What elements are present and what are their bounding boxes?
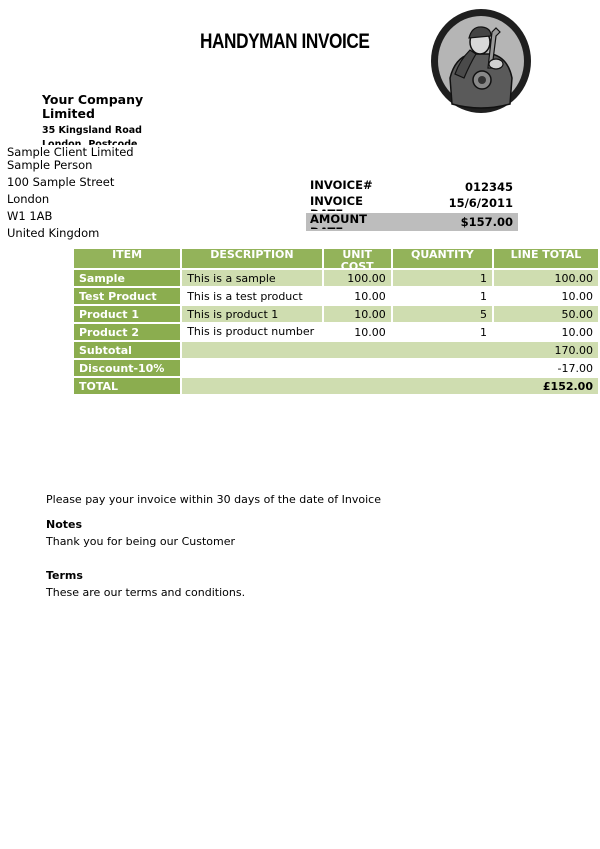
table-header-row: ITEM DESCRIPTION UNIT COST QUANTITY LINE…	[74, 249, 598, 268]
notes-text: Thank you for being our Customer	[46, 535, 236, 548]
client-street: 100 Sample Street	[7, 175, 115, 189]
header-unit-cost-label: UNIT COST	[340, 249, 374, 268]
header-line-total: LINE TOTAL	[493, 249, 598, 268]
row-item: Test Product	[74, 288, 181, 304]
row-quantity: 5	[392, 306, 492, 322]
row-line-total: 100.00	[493, 270, 598, 286]
row-item: Product 2	[74, 324, 181, 340]
header-quantity: QUANTITY	[392, 249, 492, 268]
invoice-number-row: INVOICE# 012345	[306, 179, 518, 195]
amount-due-label: AMOUNT DATE	[310, 213, 367, 229]
terms-text: These are our terms and conditions.	[46, 586, 246, 599]
total-row: TOTAL £152.00	[74, 378, 598, 394]
table-row: Product 2 This is product number 2 10.00…	[74, 324, 598, 340]
row-unit-cost: 10.00	[323, 324, 391, 340]
header-item: ITEM	[74, 249, 181, 268]
amount-due-row: AMOUNT DATE $157.00	[306, 213, 518, 231]
total-label: TOTAL	[74, 378, 181, 394]
amount-due-value: $157.00	[460, 215, 513, 229]
subtotal-value: 170.00	[182, 342, 598, 358]
company-name: Your Company Limited	[42, 92, 144, 121]
row-item: Sample	[74, 270, 181, 286]
client-city: London	[7, 192, 50, 206]
client-contact: Sample Person	[7, 158, 93, 172]
client-country: United Kingdom	[7, 226, 100, 240]
invoice-date-value: 15/6/2011	[448, 196, 513, 210]
row-description: This is product number 2	[182, 324, 322, 340]
row-line-total: 10.00	[493, 288, 598, 304]
table-row: Product 1 This is product 1 10.00 5 50.0…	[74, 306, 598, 322]
terms-heading: Terms	[46, 569, 83, 582]
notes-heading: Notes	[46, 518, 83, 531]
row-description: This is a test product	[182, 288, 322, 304]
invoice-date-label: INVOICE DATE	[310, 195, 363, 211]
invoice-title: HANDYMAN INVOICE	[200, 30, 370, 53]
table-row: Test Product This is a test product 10.0…	[74, 288, 598, 304]
row-unit-cost: 10.00	[323, 306, 391, 322]
line-items-table: ITEM DESCRIPTION UNIT COST QUANTITY LINE…	[72, 247, 600, 396]
discount-value: -17.00	[182, 360, 598, 376]
row-line-total: 50.00	[493, 306, 598, 322]
row-quantity: 1	[392, 288, 492, 304]
subtotal-label: Subtotal	[74, 342, 181, 358]
row-description-text: This is product number 2	[187, 325, 315, 338]
row-unit-cost: 100.00	[323, 270, 391, 286]
row-description: This is product 1	[182, 306, 322, 322]
row-quantity: 1	[392, 270, 492, 286]
subtotal-row: Subtotal 170.00	[74, 342, 598, 358]
invoice-number-value: 012345	[464, 180, 513, 194]
header-unit-cost: UNIT COST	[323, 249, 391, 268]
payment-note: Please pay your invoice within 30 days o…	[46, 493, 381, 506]
row-quantity: 1	[392, 324, 492, 340]
company-address-line1: 35 Kingsland Road	[42, 125, 142, 136]
row-description: This is a sample	[182, 270, 322, 286]
invoice-number-label: INVOICE#	[310, 179, 373, 192]
client-postcode: W1 1AB	[7, 209, 53, 223]
invoice-date-row: INVOICE DATE 15/6/2011	[306, 195, 518, 211]
client-address: Sample Client Limited Sample Person 100 …	[7, 146, 134, 240]
handyman-logo-icon	[430, 8, 532, 114]
header-description: DESCRIPTION	[182, 249, 322, 268]
discount-label: Discount-10%	[74, 360, 181, 376]
total-value: £152.00	[182, 378, 598, 394]
discount-row: Discount-10% -17.00	[74, 360, 598, 376]
row-unit-cost: 10.00	[323, 288, 391, 304]
row-item: Product 1	[74, 306, 181, 322]
table-row: Sample This is a sample 100.00 1 100.00	[74, 270, 598, 286]
row-line-total: 10.00	[493, 324, 598, 340]
